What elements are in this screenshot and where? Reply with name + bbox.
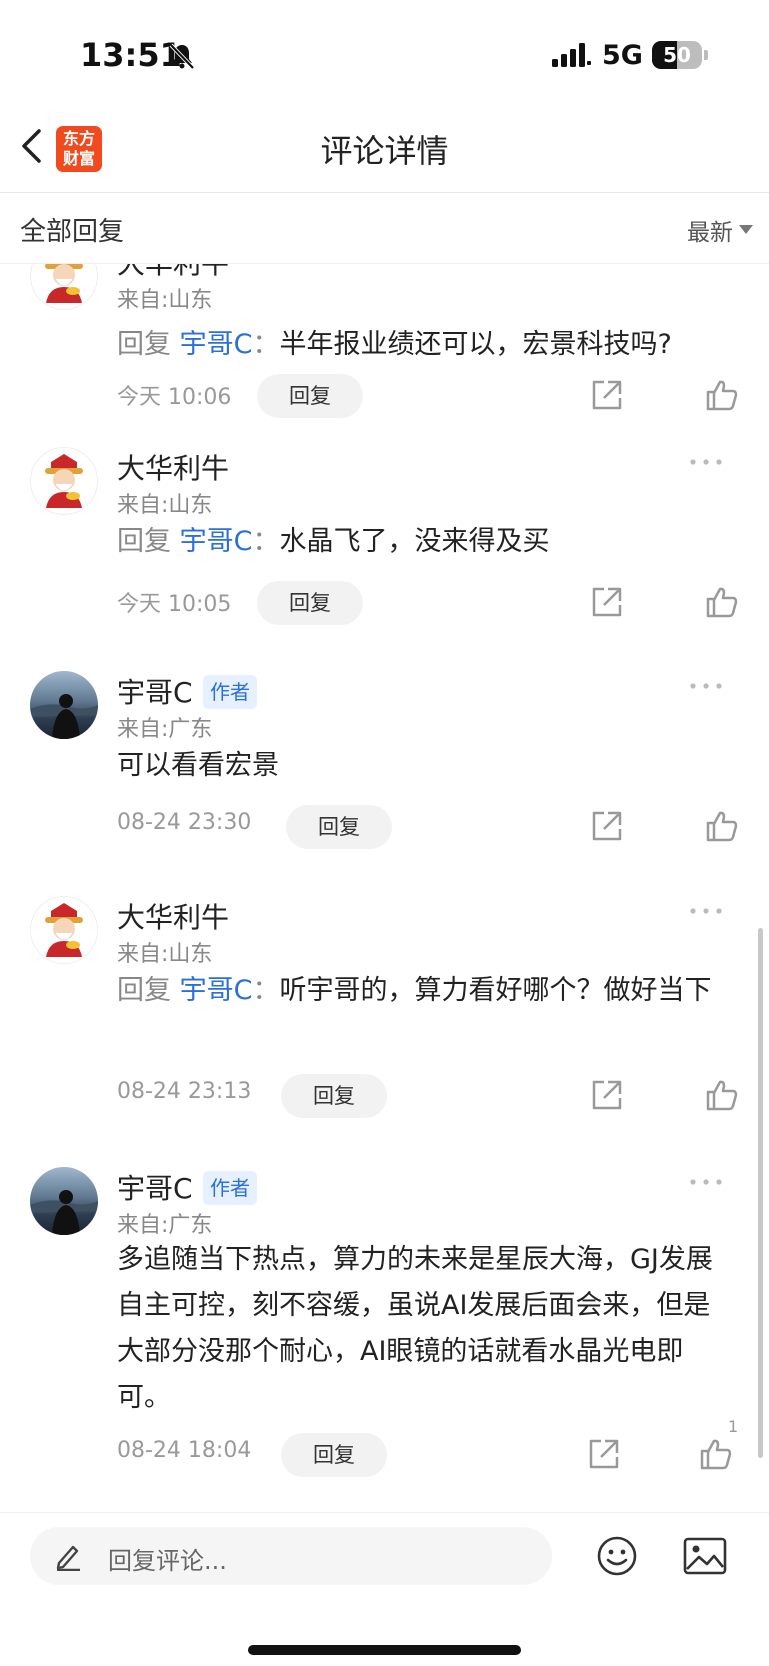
emoji-icon[interactable] bbox=[596, 1535, 638, 1577]
avatar[interactable] bbox=[30, 671, 98, 739]
caret-down-icon[interactable] bbox=[739, 225, 753, 234]
comment-author[interactable]: 大华利牛 bbox=[117, 264, 229, 282]
person-silhouette-avatar-icon bbox=[30, 1190, 98, 1235]
like-count: 1 bbox=[728, 1417, 739, 1436]
more-icon[interactable] bbox=[689, 457, 723, 467]
battery-indicator: 50 bbox=[652, 41, 702, 69]
reply-button[interactable]: 回复 bbox=[281, 1433, 387, 1477]
comment-item: 大华利牛 来自:山东 回复 宇哥C：水晶飞了，没来得及买 今天 10:05 回复 bbox=[0, 447, 769, 658]
share-icon[interactable] bbox=[590, 1078, 624, 1112]
replies-header: 全部回复 最新 bbox=[0, 193, 769, 264]
avatar[interactable] bbox=[30, 1167, 98, 1235]
reply-prefix: 回复 bbox=[117, 526, 171, 557]
comment-item: 宇哥C 作者 来自:广东 多追随当下热点，算力的未来是星辰大海，GJ发展自主可控… bbox=[0, 1167, 769, 1512]
comment-location: 来自:广东 bbox=[117, 1213, 213, 1238]
comment-time: 今天 10:06 bbox=[117, 385, 232, 410]
comment-body: 半年报业绩还可以，宏景科技吗? bbox=[279, 329, 672, 360]
reply-separator: ： bbox=[252, 975, 280, 1006]
comment-text: 多追随当下热点，算力的未来是星辰大海，GJ发展自主可控，刻不容缓，虽说AI发展后… bbox=[117, 1244, 713, 1413]
comment-author[interactable]: 大华利牛 bbox=[117, 896, 229, 936]
network-type: 5G bbox=[602, 40, 643, 71]
comment-text: 回复 宇哥C：半年报业绩还可以，宏景科技吗? bbox=[117, 322, 737, 368]
reply-input-placeholder: 回复评论... bbox=[108, 1547, 227, 1575]
person-silhouette-avatar-icon bbox=[30, 694, 98, 739]
comment-item: 宇哥C 作者 来自:广东 可以看看宏景 08-24 23:30 回复 bbox=[0, 671, 769, 882]
comment-time: 08-24 23:13 bbox=[117, 1079, 252, 1104]
comment-time: 今天 10:05 bbox=[117, 592, 232, 617]
comment-author[interactable]: 大华利牛 bbox=[117, 447, 229, 487]
battery-level: 50 bbox=[663, 43, 691, 67]
bell-slash-icon bbox=[169, 43, 195, 70]
comment-author[interactable]: 宇哥C bbox=[117, 671, 193, 711]
reply-button[interactable]: 回复 bbox=[257, 581, 363, 625]
reply-separator: ： bbox=[252, 329, 280, 360]
reply-input-bar: 回复评论... bbox=[0, 1512, 769, 1666]
nav-bar: 东方 财富 评论详情 bbox=[0, 100, 769, 193]
reply-prefix: 回复 bbox=[117, 329, 171, 360]
reply-input[interactable]: 回复评论... bbox=[30, 1527, 552, 1585]
reply-separator: ： bbox=[252, 526, 280, 557]
pen-icon bbox=[56, 1545, 80, 1571]
more-icon[interactable] bbox=[689, 681, 723, 691]
more-icon[interactable] bbox=[689, 906, 723, 916]
more-icon[interactable] bbox=[689, 1177, 723, 1187]
comment-location: 来自:广东 bbox=[117, 717, 213, 742]
comment-body: 水晶飞了，没来得及买 bbox=[279, 526, 550, 557]
comment-text: 回复 宇哥C：水晶飞了，没来得及买 bbox=[117, 519, 737, 565]
like-icon[interactable] bbox=[705, 1078, 739, 1112]
sort-selector[interactable]: 最新 bbox=[687, 213, 733, 247]
author-badge: 作者 bbox=[203, 1171, 257, 1205]
god-of-wealth-avatar-icon bbox=[45, 454, 83, 508]
comment-author[interactable]: 宇哥C bbox=[117, 1167, 193, 1207]
like-icon[interactable] bbox=[699, 1437, 733, 1471]
comment-text: 可以看看宏景 bbox=[117, 750, 279, 781]
share-icon[interactable] bbox=[590, 585, 624, 619]
all-replies-label: 全部回复 bbox=[20, 217, 125, 247]
reply-target-link[interactable]: 宇哥C bbox=[180, 975, 253, 1006]
reply-prefix: 回复 bbox=[117, 975, 171, 1006]
avatar[interactable] bbox=[30, 264, 98, 310]
image-icon[interactable] bbox=[683, 1537, 727, 1575]
like-icon[interactable] bbox=[705, 378, 739, 412]
like-icon[interactable] bbox=[705, 585, 739, 619]
signal-icon bbox=[552, 43, 591, 67]
comment-location: 来自:山东 bbox=[117, 942, 213, 967]
comment-text: 回复 宇哥C：听宇哥的，算力看好哪个？做好当下 bbox=[117, 968, 737, 1014]
comment-location: 来自:山东 bbox=[117, 288, 213, 313]
scrollbar[interactable] bbox=[758, 928, 763, 1458]
reply-target-link[interactable]: 宇哥C bbox=[180, 329, 253, 360]
comment-item: 大华利牛 来自:山东 回复 宇哥C：半年报业绩还可以，宏景科技吗? 今天 10:… bbox=[0, 264, 769, 453]
share-icon[interactable] bbox=[587, 1437, 621, 1471]
author-badge: 作者 bbox=[203, 675, 257, 709]
god-of-wealth-avatar-icon bbox=[45, 264, 83, 303]
god-of-wealth-avatar-icon bbox=[45, 903, 83, 957]
comment-location: 来自:山东 bbox=[117, 493, 213, 518]
battery-tip bbox=[704, 50, 708, 60]
comment-time: 08-24 18:04 bbox=[117, 1438, 252, 1463]
comment-time: 08-24 23:30 bbox=[117, 810, 252, 835]
reply-button[interactable]: 回复 bbox=[257, 374, 363, 418]
avatar[interactable] bbox=[30, 447, 98, 515]
comment-body: 听宇哥的，算力看好哪个？做好当下 bbox=[279, 975, 712, 1006]
reply-button[interactable]: 回复 bbox=[286, 805, 392, 849]
share-icon[interactable] bbox=[590, 378, 624, 412]
comment-list: 大华利牛 来自:山东 回复 宇哥C：半年报业绩还可以，宏景科技吗? 今天 10:… bbox=[0, 264, 769, 1512]
status-time: 13:51 bbox=[80, 36, 182, 74]
reply-target-link[interactable]: 宇哥C bbox=[180, 526, 253, 557]
reply-button[interactable]: 回复 bbox=[281, 1074, 387, 1118]
comment-item: 大华利牛 来自:山东 回复 宇哥C：听宇哥的，算力看好哪个？做好当下 08-24… bbox=[0, 896, 769, 1158]
share-icon[interactable] bbox=[590, 809, 624, 843]
like-icon[interactable] bbox=[705, 809, 739, 843]
avatar[interactable] bbox=[30, 896, 98, 964]
page-title: 评论详情 bbox=[320, 132, 449, 170]
status-bar: 13:51 5G 50 bbox=[0, 0, 769, 100]
home-indicator bbox=[248, 1645, 521, 1655]
